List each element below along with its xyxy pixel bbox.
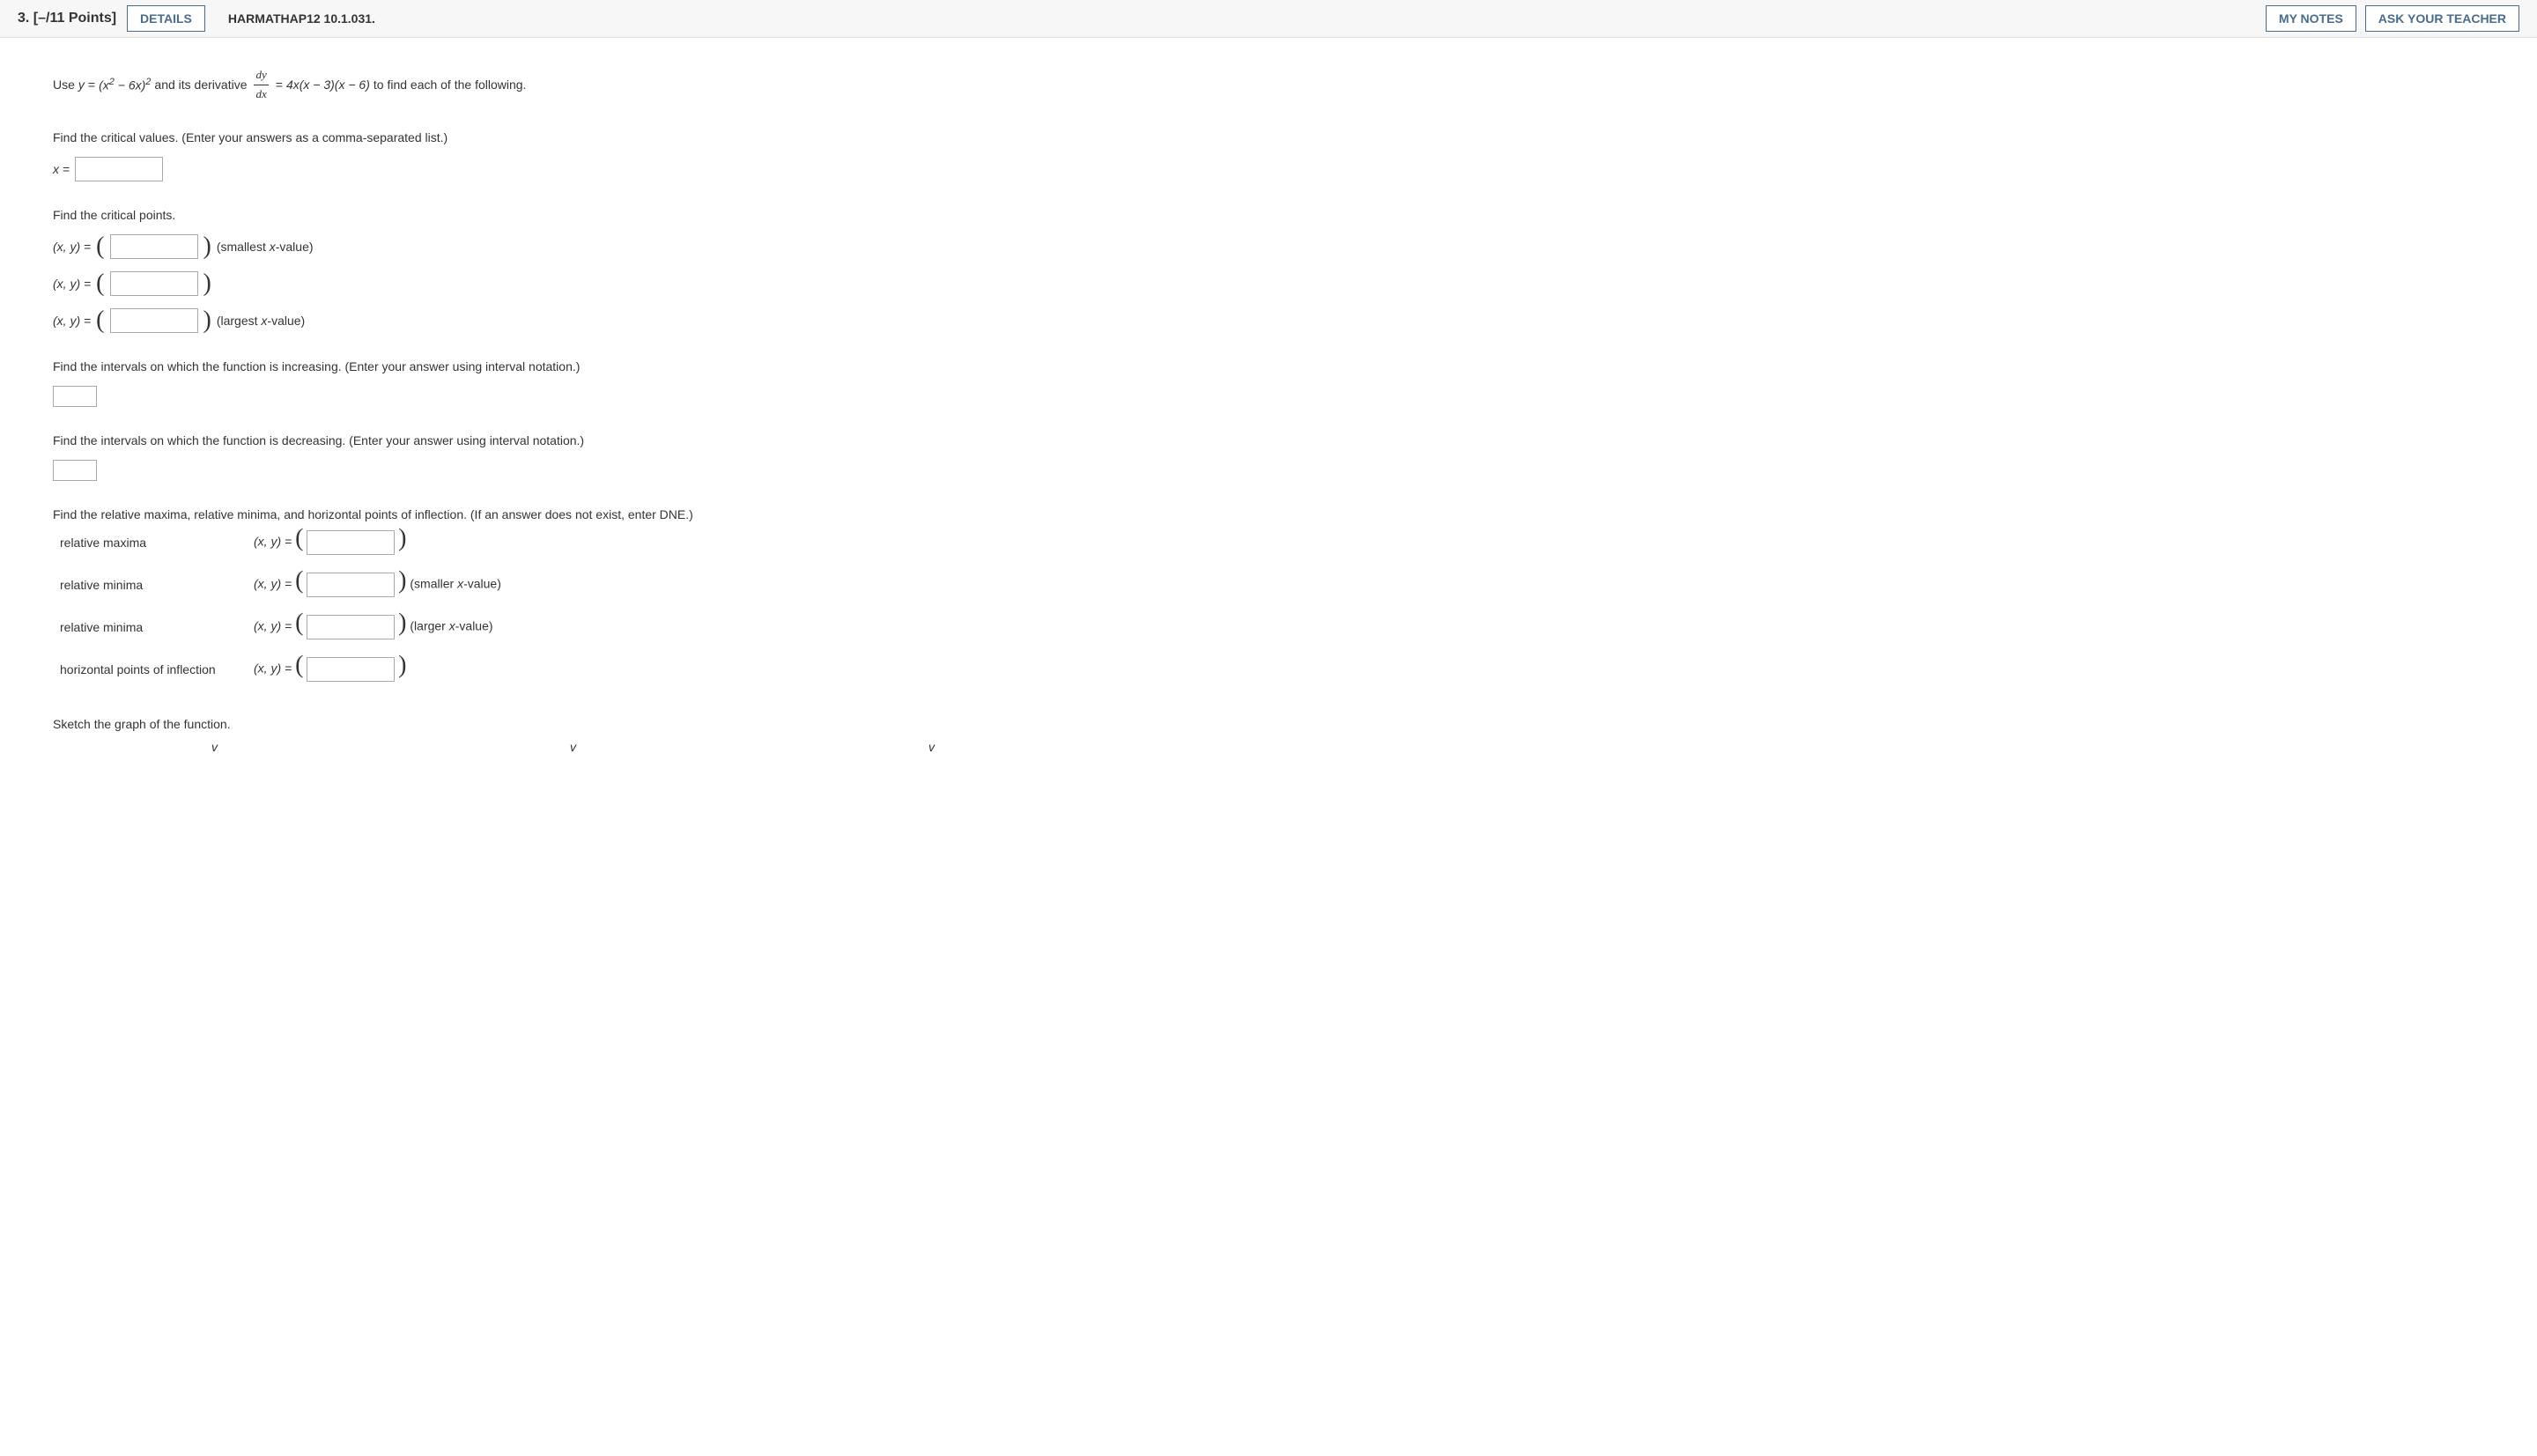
critical-point-1-input[interactable] bbox=[110, 234, 198, 259]
xy-label: (x, y) = bbox=[254, 661, 295, 675]
critical-point-2-input[interactable] bbox=[110, 271, 198, 296]
extrema-label: Find the relative maxima, relative minim… bbox=[53, 507, 916, 521]
header-left: 3. [–/11 Points] DETAILS HARMATHAP12 10.… bbox=[18, 5, 388, 32]
increasing-section: Find the intervals on which the function… bbox=[53, 359, 916, 407]
assignment-id: HARMATHAP12 10.1.031. bbox=[216, 6, 388, 31]
sketch-label: Sketch the graph of the function. bbox=[53, 717, 916, 731]
decreasing-label: Find the intervals on which the function… bbox=[53, 433, 916, 447]
increasing-input[interactable] bbox=[53, 386, 97, 407]
rel-max-label: relative maxima bbox=[53, 521, 247, 564]
paren-open: ( bbox=[295, 566, 303, 594]
critical-values-input[interactable] bbox=[75, 157, 163, 181]
smallest-x-note: (smallest x-value) bbox=[217, 240, 314, 254]
critical-point-3-input[interactable] bbox=[110, 308, 198, 333]
rel-min-label: relative minima bbox=[53, 606, 247, 648]
paren-close: ) bbox=[398, 609, 406, 636]
increasing-label: Find the intervals on which the function… bbox=[53, 359, 916, 373]
details-button[interactable]: DETAILS bbox=[127, 5, 205, 32]
paren-close: ) bbox=[398, 524, 406, 551]
rel-max-input[interactable] bbox=[307, 530, 395, 555]
xy-label: (x, y) = bbox=[254, 618, 295, 632]
extrema-section: Find the relative maxima, relative minim… bbox=[53, 507, 916, 691]
partial-axis-label: v bbox=[928, 740, 935, 754]
critical-values-label: Find the critical values. (Enter your an… bbox=[53, 130, 916, 144]
rel-min-1-input[interactable] bbox=[307, 573, 395, 597]
problem-prompt: Use y = (x2 − 6x)2 and its derivative dy… bbox=[53, 66, 916, 104]
x-equals-label: x = bbox=[53, 162, 70, 176]
decreasing-input[interactable] bbox=[53, 460, 97, 481]
paren-close: ) bbox=[398, 566, 406, 594]
rel-min-2-input[interactable] bbox=[307, 615, 395, 639]
smaller-x-note: (smaller x-value) bbox=[410, 576, 500, 590]
critical-values-section: Find the critical values. (Enter your an… bbox=[53, 130, 916, 181]
my-notes-button[interactable]: MY NOTES bbox=[2266, 5, 2356, 32]
partial-axis-label: v bbox=[570, 740, 576, 754]
paren-open: ( bbox=[295, 609, 303, 636]
question-header: 3. [–/11 Points] DETAILS HARMATHAP12 10.… bbox=[0, 0, 2537, 38]
hpoi-input[interactable] bbox=[307, 657, 395, 682]
largest-x-note: (largest x-value) bbox=[217, 314, 305, 328]
rel-min-label: relative minima bbox=[53, 564, 247, 606]
xy-label: (x, y) = bbox=[53, 314, 91, 328]
header-right: MY NOTES ASK YOUR TEACHER bbox=[2266, 5, 2519, 32]
critical-points-label: Find the critical points. bbox=[53, 208, 916, 222]
xy-label: (x, y) = bbox=[53, 240, 91, 254]
xy-label: (x, y) = bbox=[254, 534, 295, 548]
paren-open: ( bbox=[295, 651, 303, 678]
paren-open: ( bbox=[295, 524, 303, 551]
critical-points-section: Find the critical points. (x, y) = ( ) (… bbox=[53, 208, 916, 333]
xy-label: (x, y) = bbox=[53, 277, 91, 291]
question-content: Use y = (x2 − 6x)2 and its derivative dy… bbox=[0, 38, 969, 772]
larger-x-note: (larger x-value) bbox=[410, 618, 492, 632]
decreasing-section: Find the intervals on which the function… bbox=[53, 433, 916, 481]
ask-teacher-button[interactable]: ASK YOUR TEACHER bbox=[2365, 5, 2519, 32]
partial-axis-label: v bbox=[211, 740, 218, 754]
question-number: 3. [–/11 Points] bbox=[18, 11, 116, 26]
hpoi-label: horizontal points of inflection bbox=[53, 648, 247, 691]
paren-close: ) bbox=[398, 651, 406, 678]
sketch-section: Sketch the graph of the function. v v v bbox=[53, 717, 916, 745]
xy-label: (x, y) = bbox=[254, 576, 295, 590]
